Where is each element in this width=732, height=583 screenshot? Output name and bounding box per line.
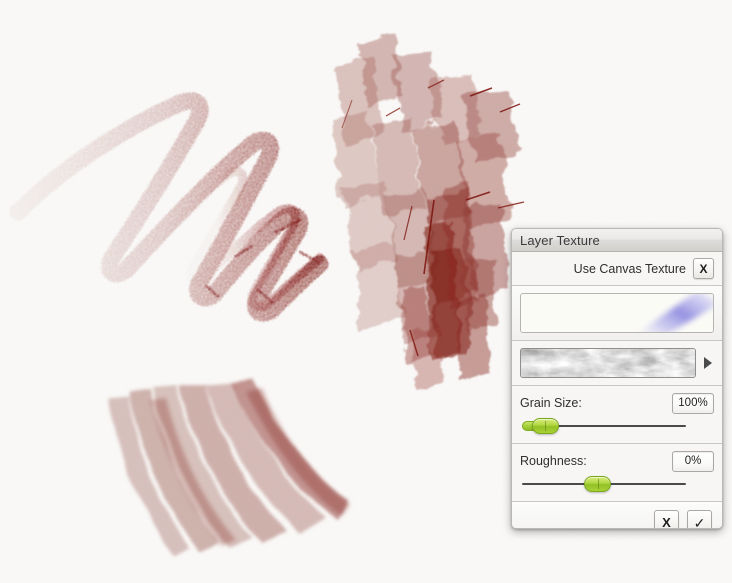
grain-size-slider[interactable] bbox=[520, 417, 714, 435]
use-canvas-texture-toggle[interactable]: X bbox=[693, 258, 714, 279]
layer-texture-panel[interactable]: Layer Texture Use Canvas Texture X Grain… bbox=[511, 228, 723, 529]
grain-size-label: Grain Size: bbox=[520, 396, 582, 410]
stroke-preview[interactable] bbox=[520, 293, 714, 333]
grain-size-section: Grain Size: 100% bbox=[512, 386, 722, 444]
checkmark-icon: ✓ bbox=[693, 514, 706, 529]
grain-size-value-text: 100% bbox=[678, 397, 708, 409]
texture-preview-graphic bbox=[521, 349, 695, 377]
roughness-value-text: 0% bbox=[684, 455, 702, 467]
grain-size-value[interactable]: 100% bbox=[672, 392, 714, 414]
roughness-slider[interactable] bbox=[520, 475, 714, 493]
texture-next-button[interactable] bbox=[701, 349, 714, 377]
cancel-button-label: X bbox=[662, 515, 671, 529]
panel-footer: X ✓ bbox=[512, 502, 722, 529]
triangle-right-icon bbox=[703, 357, 712, 369]
grain-size-handle[interactable] bbox=[531, 418, 559, 434]
roughness-header: Roughness: 0% bbox=[520, 450, 714, 472]
roughness-label: Roughness: bbox=[520, 454, 587, 468]
panel-title: Layer Texture bbox=[520, 232, 600, 248]
roughness-value[interactable]: 0% bbox=[672, 450, 714, 472]
stroke-preview-row bbox=[512, 286, 722, 341]
roughness-section: Roughness: 0% bbox=[512, 444, 722, 502]
confirm-button[interactable]: ✓ bbox=[687, 510, 712, 529]
use-canvas-texture-row: Use Canvas Texture X bbox=[512, 252, 722, 286]
use-canvas-texture-toggle-label: X bbox=[699, 261, 708, 276]
use-canvas-texture-label: Use Canvas Texture bbox=[573, 261, 686, 276]
roughness-handle[interactable] bbox=[584, 476, 612, 492]
texture-preview[interactable] bbox=[520, 348, 696, 378]
texture-preview-row bbox=[512, 341, 722, 386]
panel-titlebar[interactable]: Layer Texture bbox=[512, 229, 722, 252]
cancel-button[interactable]: X bbox=[654, 510, 679, 529]
grain-size-header: Grain Size: 100% bbox=[520, 392, 714, 414]
application-window: Layer Texture Use Canvas Texture X Grain… bbox=[0, 0, 732, 583]
stroke-preview-graphic bbox=[521, 294, 713, 332]
